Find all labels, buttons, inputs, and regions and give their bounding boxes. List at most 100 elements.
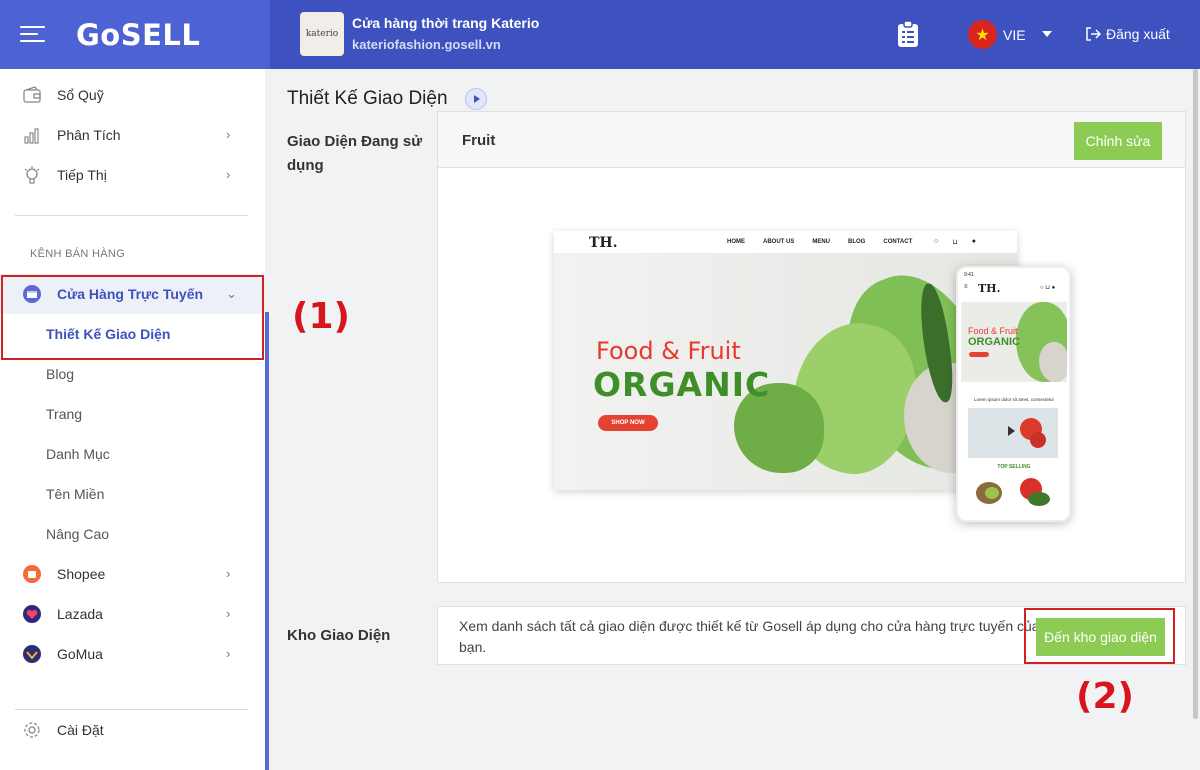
sidebar-item-settings[interactable]: Cài Đặt (0, 710, 265, 750)
highlight-box-2: Đến kho giao diện (1024, 608, 1175, 664)
store-url[interactable]: kateriofashion.gosell.vn (352, 37, 501, 52)
sidebar-item-label: Tên Miền (46, 486, 105, 502)
wallet-icon (23, 86, 41, 103)
theme-store-description: Xem danh sách tất cả giao diện được thiế… (459, 618, 1040, 655)
preview-nav-icons: ○ ⊔ ● (934, 238, 976, 246)
gosell-logo[interactable]: GoSELL (76, 18, 200, 52)
chevron-right-icon: › (226, 646, 231, 661)
page-scrollbar[interactable] (1193, 69, 1198, 719)
phone-caption: Lorem ipsum dolor sit amet, consectetur (973, 397, 1055, 402)
sidebar-item-domains[interactable]: Tên Miền (0, 474, 265, 514)
sidebar-item-label: Phân Tích (57, 127, 121, 143)
cart-icon: ⊔ (952, 239, 958, 246)
sidebar-divider (15, 215, 248, 216)
preview-menu: HOME ABOUT US MENU BLOG CONTACT (727, 239, 912, 245)
sidebar-item-advanced[interactable]: Nâng Cao (0, 514, 265, 554)
sidebar-item-label: Blog (46, 366, 75, 382)
logout-button[interactable]: Đăng xuất (1106, 26, 1170, 42)
phone-video (968, 408, 1058, 458)
lazada-icon (23, 605, 41, 623)
preview-menu-item: MENU (812, 239, 831, 245)
chevron-right-icon: › (226, 167, 231, 182)
preview-menu-item: ABOUT US (763, 239, 795, 245)
annotation-1: (1) (292, 296, 350, 337)
clipboard-icon[interactable] (897, 20, 919, 48)
logout-icon[interactable] (1085, 26, 1101, 42)
preview-hero-line1: Food & Fruit (596, 337, 741, 365)
phone-hero-line1: Food & Fruit (968, 326, 1018, 336)
strawberry-shape (1030, 432, 1046, 448)
preview-shop-button: SHOP NOW (598, 415, 658, 431)
preview-menu-item: HOME (727, 239, 745, 245)
play-icon (1008, 426, 1015, 436)
bag-shape (1039, 342, 1067, 382)
sidebar-item-categories[interactable]: Danh Mục (0, 434, 265, 474)
sidebar-scrollbar[interactable] (265, 312, 269, 770)
kiwi-shape (985, 487, 999, 499)
sidebar-item-label: GoMua (57, 646, 103, 662)
preview-menu-item: CONTACT (883, 239, 913, 245)
sidebar-item-cashbook[interactable]: Sổ Quỹ (0, 75, 265, 115)
play-icon[interactable] (465, 88, 487, 110)
sidebar-item-label: Sổ Quỹ (57, 87, 104, 103)
phone-time: 9:41 (964, 272, 974, 278)
hamburger-menu-icon[interactable] (20, 26, 45, 44)
sidebar-item-pages[interactable]: Trang (0, 394, 265, 434)
sidebar-item-label: Trang (46, 406, 83, 422)
sidebar-item-gomua[interactable]: GoMua › (0, 634, 265, 674)
phone-logo: TH. (978, 282, 1001, 295)
phone-navbar: ≡ TH. ○ ⊔ ● (962, 282, 1067, 298)
preview-hero: Food & Fruit ORGANIC SHOP NOW (554, 253, 1017, 490)
lightbulb-icon (24, 166, 40, 184)
phone-nav-icons: ○ ⊔ ● (1040, 285, 1056, 291)
leaf-shape (1028, 492, 1050, 506)
sidebar-item-label: Danh Mục (46, 446, 110, 462)
phone-section-title: TOP SELLING (997, 464, 1031, 470)
chevron-right-icon: › (226, 566, 231, 581)
sidebar-item-analytics[interactable]: Phân Tích › (0, 115, 265, 155)
search-icon: ○ (934, 238, 939, 245)
sidebar-item-label: Cài Đặt (57, 722, 104, 738)
gear-icon (24, 722, 40, 738)
menu-icon: ≡ (964, 284, 968, 290)
preview-menu-item: BLOG (848, 239, 866, 245)
phone-hero: Food & Fruit ORGANIC (961, 302, 1067, 382)
theme-store-card: Xem danh sách tất cả giao diện được thiế… (437, 606, 1186, 665)
top-bar: GoSELL katerio Cửa hàng thời trang Kater… (0, 0, 1200, 69)
logo-area: GoSELL (0, 0, 270, 69)
sidebar-item-lazada[interactable]: Lazada › (0, 594, 265, 634)
mobile-preview: 9:41 ≡ TH. ○ ⊔ ● Food & Fruit ORGANIC Lo… (956, 266, 1071, 522)
sidebar-item-label: Lazada (57, 606, 103, 622)
page-title: Thiết Kế Giao Diện (287, 88, 448, 109)
vietnam-flag-icon[interactable]: ★ (968, 20, 997, 49)
current-theme-label: Giao Diện Đang sử dụng (287, 133, 423, 174)
edit-theme-button[interactable]: Chỉnh sửa (1074, 122, 1162, 160)
section-label-sales-channels: KÊNH BÁN HÀNG (30, 248, 125, 260)
preview-navbar: TH. HOME ABOUT US MENU BLOG CONTACT ○ ⊔ … (554, 231, 1017, 253)
chevron-right-icon: › (226, 127, 231, 142)
annotation-2: (2) (1076, 676, 1134, 717)
gomua-icon (23, 645, 41, 663)
theme-name: Fruit (462, 132, 496, 149)
preview-hero-line2: ORGANIC (593, 365, 771, 404)
desktop-preview: TH. HOME ABOUT US MENU BLOG CONTACT ○ ⊔ … (554, 231, 1017, 490)
sidebar-item-label: Nâng Cao (46, 526, 110, 542)
sidebar-item-marketing[interactable]: Tiếp Thị › (0, 155, 265, 195)
store-logo: katerio (300, 12, 344, 56)
chevron-down-icon[interactable] (1042, 31, 1052, 37)
sidebar-item-shopee[interactable]: Shopee › (0, 554, 265, 594)
preview-logo: TH. (589, 235, 618, 251)
current-theme-card: Fruit Chỉnh sửa TH. HOME ABOUT US MENU B… (437, 111, 1186, 583)
theme-card-header: Fruit Chỉnh sửa (438, 112, 1185, 168)
go-to-theme-store-button[interactable]: Đến kho giao diện (1036, 618, 1165, 656)
theme-store-label: Kho Giao Diện (287, 627, 391, 644)
user-icon: ● (971, 238, 976, 245)
sidebar-item-label: Tiếp Thị (57, 167, 107, 183)
sidebar-item-label: Shopee (57, 566, 106, 582)
chevron-right-icon: › (226, 606, 231, 621)
shopee-icon (23, 565, 41, 583)
phone-hero-line2: ORGANIC (968, 336, 1020, 348)
sidebar-item-blog[interactable]: Blog (0, 354, 265, 394)
phone-shop-button (969, 352, 989, 357)
language-selector[interactable]: VIE (1003, 27, 1026, 43)
